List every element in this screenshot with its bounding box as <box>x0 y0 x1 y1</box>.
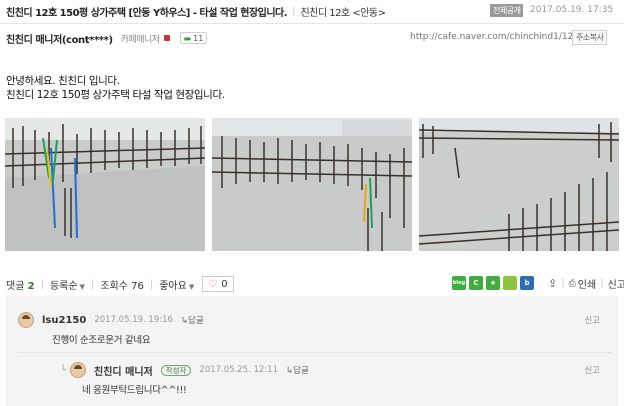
report-button[interactable]: 신고 <box>608 276 624 291</box>
views-count: 76 <box>131 280 144 292</box>
comments-count: 2 <box>27 280 35 292</box>
cafe-share-icon[interactable]: C <box>469 276 483 290</box>
share-icons: blog C ★ b <box>452 276 534 290</box>
manager-level-icon <box>163 35 170 41</box>
body-line-1: 안녕하세요. 친친디 입니다. <box>6 75 120 87</box>
comment-report-button[interactable]: 신고 <box>584 314 600 326</box>
sort-label: 등록순 <box>49 280 78 292</box>
comment-2: └ 친친디 매니저 작성자 2017.05.25. 12:11 ↳답글 신고 네… <box>60 362 608 402</box>
post-date: 2017.05.19. 17:35 <box>530 5 614 15</box>
right-tools: ⇪ | ⎙ 인쇄 | 신고 <box>548 276 624 291</box>
reply-label: 답글 <box>293 366 309 376</box>
author-row: 친친디 매니저(cont****) 카페매니저 ▬ 11 http://cafe… <box>6 30 618 46</box>
comment-divider <box>18 352 612 353</box>
author-level: 카페매니저 <box>120 34 160 45</box>
comment-author[interactable]: 친친디 매니저 <box>94 363 153 378</box>
photo-1-image <box>5 118 205 251</box>
comment-report-button[interactable]: 신고 <box>584 364 600 376</box>
likes-label: 좋아요 <box>159 280 187 292</box>
share-icon[interactable]: ⇪ <box>548 277 557 290</box>
reply-arrow-icon: ↳ <box>180 316 189 326</box>
comment-2-meta: └ 친친디 매니저 작성자 2017.05.25. 12:11 ↳답글 <box>60 362 608 378</box>
reply-button[interactable]: ↳답글 <box>181 314 204 326</box>
like-button[interactable]: ♡ 0 <box>202 276 234 292</box>
comment-author[interactable]: lsu2150 <box>42 315 86 326</box>
visibility-badge: 전체공개 <box>490 4 524 17</box>
photo-3[interactable] <box>419 118 619 251</box>
views-counter: 조회수 76 <box>100 277 144 292</box>
like-count: 0 <box>221 278 228 290</box>
comments-tab[interactable]: 댓글 2 <box>6 277 35 292</box>
comment-bubble-icon: ▬ <box>183 33 192 43</box>
comment-date: 2017.05.25. 12:11 <box>199 365 278 375</box>
photo-3-image <box>419 118 619 251</box>
reply-label: 답글 <box>188 316 204 326</box>
comment-1: lsu2150 2017.05.19. 19:16 ↳답글 신고 진행이 순조로… <box>18 312 608 352</box>
print-button[interactable]: 인쇄 <box>578 276 596 291</box>
post-url[interactable]: http://cafe.naver.com/chinchind1/1274 <box>410 32 585 42</box>
heart-icon: ♡ <box>208 278 218 290</box>
avatar[interactable] <box>70 362 87 378</box>
author-badge: 작성자 <box>160 364 192 376</box>
copy-url-button[interactable]: 주소복사 <box>572 30 608 45</box>
comment-text: 진행이 순조로운거 같네요 <box>52 335 151 346</box>
comment-bar: 댓글 2 | 등록순 ▼ | 조회수 76 | 좋아요 ▼ ♡ 0 blog C ★… <box>6 276 624 292</box>
photo-1[interactable] <box>5 118 205 251</box>
star-share-icon[interactable]: ★ <box>486 276 500 290</box>
blog-share-icon[interactable]: blog <box>452 276 466 290</box>
memo-share-icon[interactable] <box>503 276 517 290</box>
board-link[interactable]: 친친디 12호 <안동> <box>300 4 386 19</box>
band-share-icon[interactable]: b <box>520 276 534 290</box>
photo-2[interactable] <box>212 118 412 251</box>
post-header: 친친디 12호 150평 상가주택 [안동 Y하우스] - 타설 작업 현장입니… <box>6 3 618 19</box>
comment-count: 11 <box>193 33 204 43</box>
comment-1-meta: lsu2150 2017.05.19. 19:16 ↳답글 <box>18 312 608 328</box>
post-body: 안녕하세요. 친친디 입니다. 친친디 12호 150평 상가주택 타설 작업 … <box>6 74 225 102</box>
header-separator: | <box>292 5 296 17</box>
author-name[interactable]: 친친디 매니저(cont****) <box>6 31 113 46</box>
comment-text: 네 응원부탁드립니다^^!!! <box>82 385 187 396</box>
header-divider <box>0 23 624 24</box>
post-title: 친친디 12호 150평 상가주택 [안동 Y하우스] - 타설 작업 현장입니… <box>6 7 288 19</box>
likes-dropdown[interactable]: 좋아요 ▼ <box>159 277 194 292</box>
views-label: 조회수 <box>100 280 128 292</box>
comments-label: 댓글 <box>6 280 25 292</box>
comment-date: 2017.05.19. 19:16 <box>94 315 173 325</box>
chevron-down-icon: ▼ <box>79 282 85 291</box>
photo-2-image <box>212 118 412 251</box>
sort-dropdown[interactable]: 등록순 ▼ <box>50 277 85 292</box>
chevron-down-icon: ▼ <box>188 282 195 291</box>
reply-indent-icon: └ <box>60 364 67 376</box>
print-icon: ⎙ <box>568 278 576 289</box>
avatar[interactable] <box>18 312 34 328</box>
body-line-2: 친친디 12호 150평 상가주택 타설 작업 현장입니다. <box>6 89 225 101</box>
comment-count-button[interactable]: ▬ 11 <box>179 32 208 44</box>
reply-button[interactable]: ↳답글 <box>286 364 309 376</box>
